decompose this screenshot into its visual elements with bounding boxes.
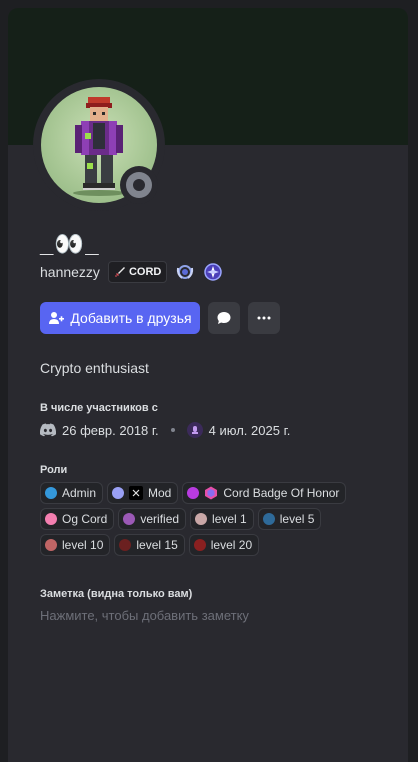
role-label: level 10 xyxy=(62,538,104,552)
role-color-dot xyxy=(112,487,125,499)
display-name: _👀_ xyxy=(40,231,100,258)
role-color-dot xyxy=(123,513,136,525)
sword-icon xyxy=(114,267,125,277)
honor-badge-icon xyxy=(205,486,218,500)
role-color-dot xyxy=(187,487,200,499)
role-label: level 5 xyxy=(279,512,315,526)
role-color-dot xyxy=(195,513,208,525)
role-label: Og Cord xyxy=(62,512,108,526)
discord-logo-icon xyxy=(40,423,56,437)
role-pill[interactable]: level 10 xyxy=(40,534,111,556)
username[interactable]: hannezzy xyxy=(40,264,100,280)
chat-bubble-icon xyxy=(217,312,231,324)
add-friend-icon xyxy=(49,312,65,324)
role-pill[interactable]: Og Cord xyxy=(40,508,115,530)
note-input[interactable] xyxy=(40,608,380,623)
role-pill[interactable]: Admin xyxy=(40,482,104,504)
profile-card: _👀_ hannezzy CORD Добавить в друзья Cryp… xyxy=(8,8,408,762)
discord-join-date: 26 февр. 2018 г. xyxy=(62,422,159,438)
member-since-row: 26 февр. 2018 г. 4 июл. 2025 г. xyxy=(40,422,290,438)
role-label: level 20 xyxy=(210,538,253,552)
guild-tag-label: CORD xyxy=(128,266,162,278)
roles-list: Admin Mod Cord Badge Of Honor Og Cord ve… xyxy=(40,482,390,556)
role-color-dot xyxy=(119,539,132,551)
bio-text: Crypto enthusiast xyxy=(40,360,149,376)
role-pill[interactable]: Cord Badge Of Honor xyxy=(182,482,347,504)
server-join-date: 4 июл. 2025 г. xyxy=(208,422,291,438)
separator-dot xyxy=(170,428,175,432)
role-label: verified xyxy=(140,512,180,526)
role-pill[interactable]: level 15 xyxy=(114,534,185,556)
role-color-dot xyxy=(262,513,275,525)
status-indicator-ring xyxy=(120,166,158,204)
mod-role-icon xyxy=(129,486,144,500)
role-pill[interactable]: level 1 xyxy=(190,508,254,530)
offline-status-icon xyxy=(126,172,152,198)
role-label: Admin xyxy=(62,486,97,500)
role-pill[interactable]: level 20 xyxy=(188,534,260,556)
avatar-container[interactable] xyxy=(33,79,165,211)
ellipsis-icon xyxy=(257,316,271,320)
add-friend-button[interactable]: Добавить в друзья xyxy=(40,302,200,334)
role-label: Mod xyxy=(148,486,172,500)
profile-actions: Добавить в друзья xyxy=(40,302,280,334)
add-friend-label: Добавить в друзья xyxy=(70,310,192,326)
message-button[interactable] xyxy=(208,302,240,334)
more-options-button[interactable] xyxy=(248,302,280,334)
guild-tag[interactable]: CORD xyxy=(107,261,168,283)
role-pill[interactable]: verified xyxy=(118,508,187,530)
laurel-badge-icon[interactable] xyxy=(175,262,195,282)
role-color-dot xyxy=(45,539,57,551)
username-row: hannezzy CORD xyxy=(40,261,223,283)
role-color-dot xyxy=(45,487,57,499)
role-pill[interactable]: Mod xyxy=(107,482,179,504)
note-title: Заметка (видна только вам) xyxy=(40,588,193,600)
role-color-dot xyxy=(193,539,206,551)
server-icon xyxy=(186,422,203,438)
role-label: Cord Badge Of Honor xyxy=(223,486,340,500)
role-pill[interactable]: level 5 xyxy=(257,508,322,530)
role-label: level 15 xyxy=(136,538,178,552)
nitro-badge-icon[interactable] xyxy=(203,262,223,282)
role-label: level 1 xyxy=(212,512,247,526)
role-color-dot xyxy=(45,513,57,525)
roles-title: Роли xyxy=(40,464,68,476)
member-since-title: В числе участников с xyxy=(40,402,158,414)
